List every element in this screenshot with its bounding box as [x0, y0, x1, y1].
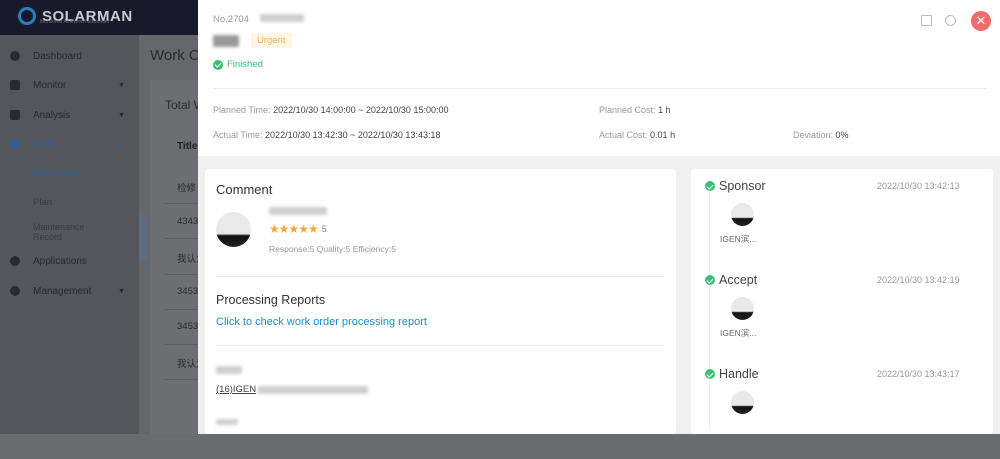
status-badge: Finished [213, 59, 263, 70]
check-circle-icon [213, 59, 223, 70]
sidebar-item-label: Applications [33, 255, 87, 267]
sidebar-item-management[interactable]: Management ▼ [0, 277, 139, 305]
processing-report-link[interactable]: Click to check work order processing rep… [216, 316, 427, 328]
actual-cost: Actual Cost: 0.01 h [599, 130, 676, 140]
row-divider [165, 379, 198, 380]
processing-reports-title: Processing Reports [216, 293, 326, 307]
timeline-step-handle: Handle 2022/10/30 13:43:17 [691, 367, 993, 459]
actual-time: Actual Time: 2022/10/30 13:42:30 ~ 2022/… [213, 130, 441, 140]
share-icon[interactable] [921, 15, 932, 26]
chevron-down-icon: ▼ [118, 81, 125, 89]
commenter-name-redacted [269, 207, 327, 215]
sub-scores: Response:5 Quality:5 Efficiency:5 [269, 244, 396, 254]
close-icon: ✕ [975, 13, 987, 28]
timeline-step-accept: Accept 2022/10/30 13:42:19 IGEN滨... [691, 273, 993, 365]
comment-title: Comment [216, 182, 273, 197]
table-row[interactable]: 检修 [177, 180, 196, 194]
rating: ★★★★★ 5 [269, 222, 327, 236]
timeline-step-sponsor: Sponsor 2022/10/30 13:42:13 IGEN滨... [691, 179, 993, 271]
table-row[interactable]: 3453 [177, 321, 198, 332]
chevron-up-icon: ▲ [118, 140, 125, 148]
title-redacted [213, 35, 239, 47]
table-header-title: Title [177, 141, 198, 152]
divider [213, 88, 987, 89]
avatar [731, 297, 754, 320]
step-user: IGEN滨... [720, 328, 757, 338]
table-row[interactable]: 3453 [177, 286, 198, 297]
step-time: 2022/10/30 13:42:13 [877, 181, 960, 191]
avatar [216, 212, 251, 247]
status-text: Finished [227, 59, 263, 70]
order-number: No.2704 [213, 14, 249, 25]
report-label-redacted [216, 366, 242, 374]
collapse-sidebar-handle[interactable] [139, 215, 147, 261]
step-name: Handle [719, 367, 759, 381]
sidebar-subitem-plan[interactable]: Plan [33, 197, 52, 208]
dashboard-icon [10, 51, 20, 61]
planned-cost: Planned Cost: 1 h [599, 105, 671, 115]
sidebar-item-label: Dashboard [33, 50, 82, 62]
order-name-redacted [259, 14, 304, 22]
sidebar-subitem-maintenance-record[interactable]: Maintenance Record [33, 222, 103, 242]
step-name: Accept [719, 273, 758, 287]
sidebar-item-label: O&M [33, 138, 56, 150]
check-circle-icon [705, 275, 715, 285]
star-rating-icons: ★★★★★ [269, 222, 319, 236]
priority-badge: Urgent [251, 33, 292, 48]
check-circle-icon [705, 369, 715, 379]
sidebar-subitem-work-order[interactable]: Work Order [33, 168, 82, 179]
step-user: IGEN滨... [720, 234, 757, 244]
top-bar: SOLARMAN Monitored Analyzed Networked [0, 0, 198, 35]
refresh-icon[interactable] [945, 15, 956, 26]
sidebar-item-om[interactable]: O&M ▲ [0, 130, 139, 158]
step-time: 2022/10/30 13:42:19 [877, 275, 960, 285]
sidebar-item-analysis[interactable]: Analysis ▼ [0, 101, 139, 129]
row-divider [165, 274, 198, 275]
deviation: Deviation: 0% [793, 130, 849, 140]
sidebar-item-dashboard[interactable]: Dashboard [0, 42, 139, 70]
table-row[interactable]: 4343 [177, 216, 198, 227]
chevron-down-icon: ▼ [118, 287, 125, 295]
analysis-icon [10, 110, 20, 120]
report-item[interactable]: (16)IGEN [216, 384, 369, 395]
report-item-redacted [258, 385, 369, 394]
sidebar-item-label: Management [33, 285, 92, 297]
row-divider [165, 344, 198, 345]
step-time: 2022/10/30 13:43:17 [877, 369, 960, 379]
divider [216, 345, 665, 346]
report-item-text: (16)IGEN [216, 384, 257, 395]
comment-card: Comment ★★★★★ 5 Response:5 Quality:5 Eff… [205, 169, 676, 434]
sidebar-item-applications[interactable]: Applications [0, 247, 139, 275]
sidebar-item-monitor[interactable]: Monitor ▼ [0, 71, 139, 99]
step-name: Sponsor [719, 179, 766, 193]
cut-off-text-redacted [216, 419, 238, 425]
monitor-icon [10, 80, 20, 90]
row-divider [165, 238, 198, 239]
work-order-detail-drawer: No.2704 Urgent Finished ✕ Planned Time: … [198, 0, 1000, 434]
brand-tagline: Monitored Analyzed Networked [40, 19, 110, 25]
row-divider [165, 203, 198, 204]
page-title: Work O [150, 47, 201, 64]
drawer-header: No.2704 Urgent Finished ✕ Planned Time: … [198, 0, 1000, 156]
sidebar-item-label: Analysis [33, 109, 71, 121]
divider [216, 276, 665, 277]
avatar [731, 391, 754, 414]
gear-icon [10, 139, 20, 149]
rating-value: 5 [321, 224, 327, 234]
applications-icon [10, 256, 20, 266]
chevron-down-icon: ▼ [118, 111, 125, 119]
management-icon [10, 286, 20, 296]
avatar [731, 203, 754, 226]
row-divider [165, 309, 198, 310]
sidebar-item-label: Monitor [33, 79, 67, 91]
close-button[interactable]: ✕ [971, 11, 991, 31]
planned-time: Planned Time: 2022/10/30 14:00:00 ~ 2022… [213, 105, 449, 115]
logo-icon [18, 7, 36, 25]
check-circle-icon [705, 181, 715, 191]
timeline-card: Sponsor 2022/10/30 13:42:13 IGEN滨... Acc… [691, 169, 993, 434]
